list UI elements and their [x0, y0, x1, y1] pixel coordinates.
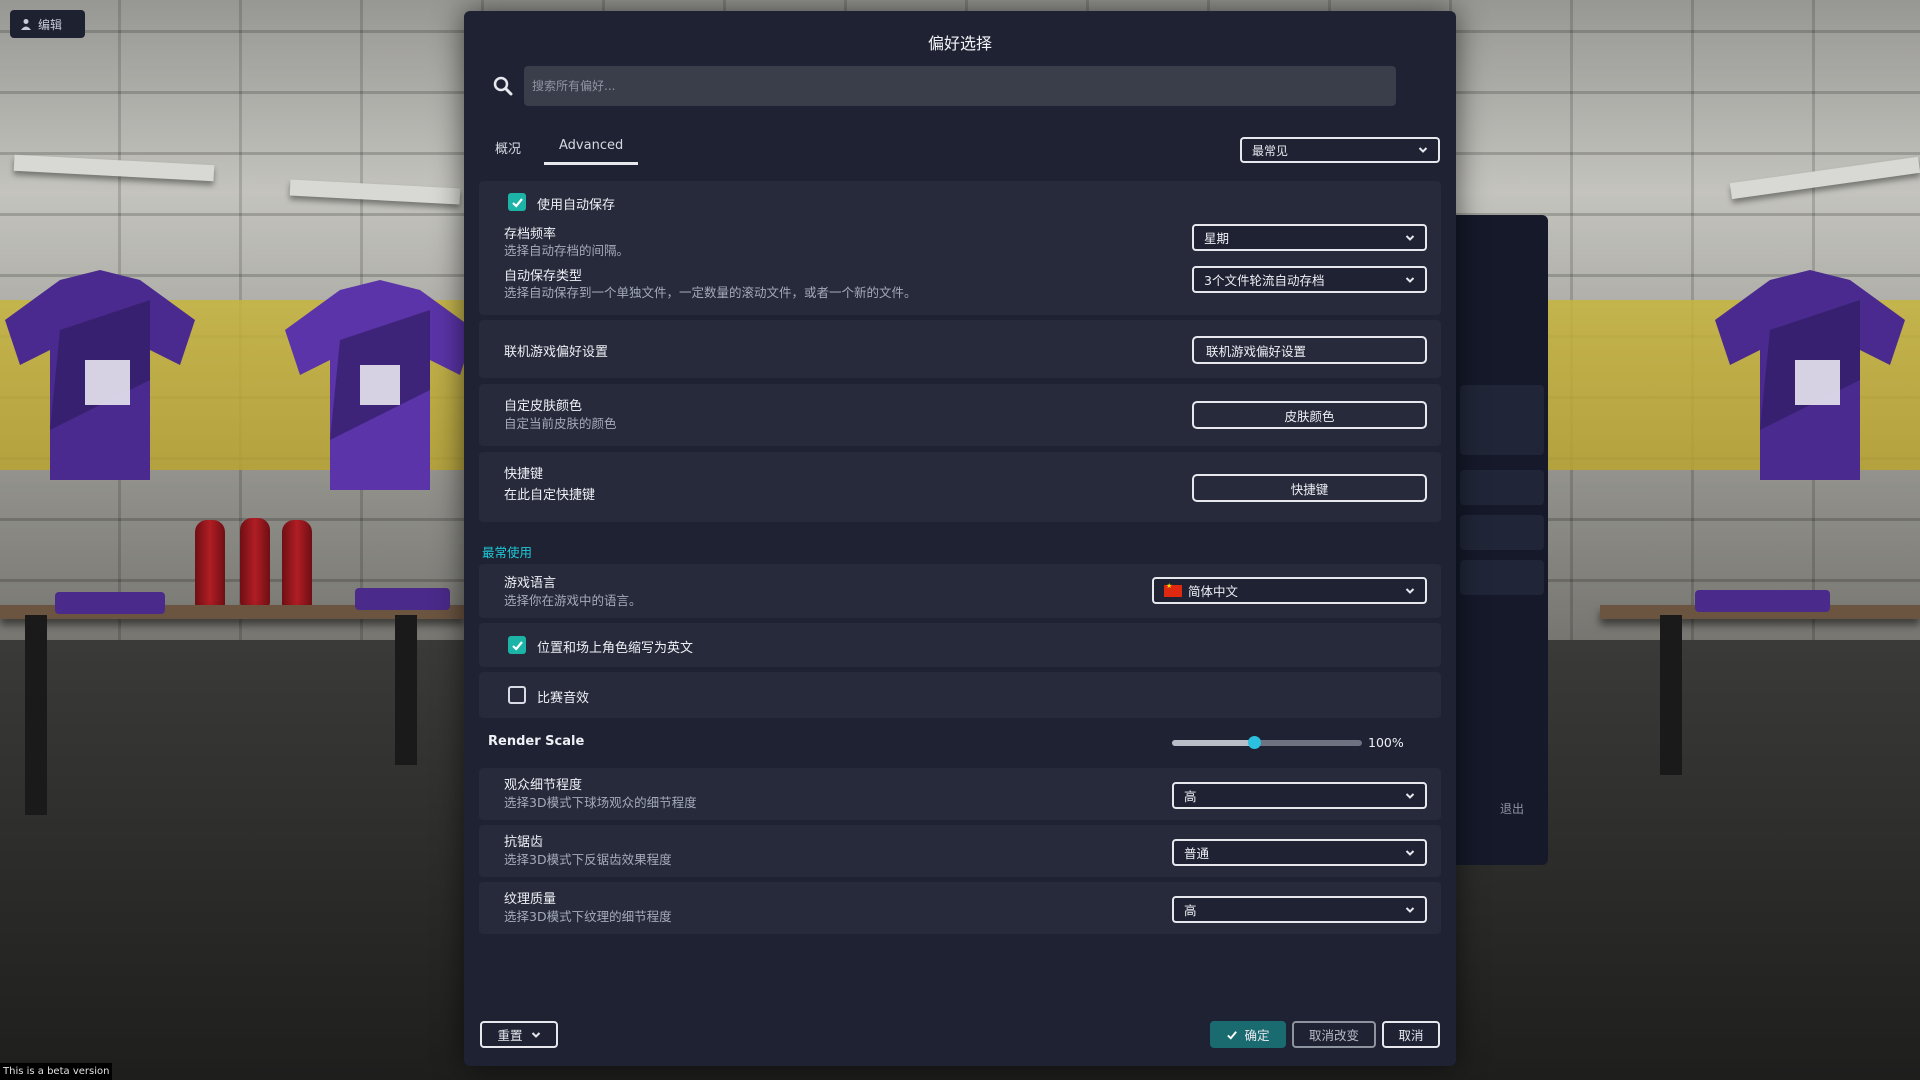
chevron-down-icon — [531, 1031, 540, 1038]
language-desc: 选择你在游戏中的语言。 — [504, 593, 642, 608]
match-sound-label: 比赛音效 — [537, 691, 590, 706]
abbrev-card: 位置和场上角色缩写为英文 — [479, 623, 1441, 667]
skin-color-button[interactable]: 皮肤颜色 — [1192, 401, 1427, 429]
bench-leg — [25, 615, 47, 815]
search-icon — [493, 76, 513, 96]
chevron-down-icon — [1405, 587, 1415, 594]
autosave-type-select[interactable]: 3个文件轮流自动存档 — [1192, 266, 1427, 293]
texture-quality-select[interactable]: 高 — [1172, 896, 1427, 923]
autosave-card: 使用自动保存 存档频率 选择自动存档的间隔。 星期 自动保存类型 选择自动保存到… — [479, 181, 1441, 315]
jersey-right — [1715, 270, 1905, 480]
checkmark-icon — [511, 197, 523, 208]
antialiasing-card: 抗锯齿 选择3D模式下反锯齿效果程度 普通 — [479, 825, 1441, 877]
shortcuts-label: 快捷键 — [504, 467, 544, 482]
folded-towel — [355, 588, 450, 610]
shortcuts-button[interactable]: 快捷键 — [1192, 474, 1427, 502]
texture-quality-label: 纹理质量 — [504, 892, 557, 907]
background-panel: 退出 — [1440, 215, 1548, 865]
online-prefs-card: 联机游戏偏好设置 联机游戏偏好设置 — [479, 320, 1441, 378]
autosave-checkbox[interactable] — [508, 193, 526, 211]
china-flag-icon — [1164, 582, 1182, 597]
shortcuts-card: 快捷键 在此自定快捷键 快捷键 — [479, 452, 1441, 522]
crowd-detail-select[interactable]: 高 — [1172, 782, 1427, 809]
language-card: 游戏语言 选择你在游戏中的语言。 简体中文 — [479, 564, 1441, 618]
crowd-detail-label: 观众细节程度 — [504, 778, 583, 793]
language-select[interactable]: 简体中文 — [1152, 577, 1427, 604]
sort-select-value: 最常见 — [1252, 143, 1289, 158]
edit-label: 编辑 — [38, 17, 63, 32]
dialog-title: 偏好选择 — [927, 34, 992, 53]
skin-color-card: 自定皮肤颜色 自定当前皮肤的颜色 皮肤颜色 — [479, 384, 1441, 446]
tab-advanced[interactable]: Advanced — [559, 138, 623, 153]
chevron-down-icon — [1418, 147, 1428, 153]
language-value: 简体中文 — [1188, 584, 1239, 599]
checkmark-icon — [511, 640, 523, 651]
texture-quality-desc: 选择3D模式下纹理的细节程度 — [504, 909, 672, 924]
section-most-used: 最常使用 — [482, 545, 533, 560]
folded-towel — [55, 592, 165, 614]
chevron-down-icon — [1405, 276, 1415, 283]
texture-quality-value: 高 — [1184, 903, 1197, 918]
cancel-button[interactable]: 取消 — [1382, 1021, 1440, 1048]
tab-overview[interactable]: 概况 — [495, 138, 521, 157]
chevron-down-icon — [1405, 906, 1415, 913]
jersey-left-2 — [285, 280, 475, 490]
antialiasing-desc: 选择3D模式下反锯齿效果程度 — [504, 852, 672, 867]
chevron-down-icon — [1405, 234, 1415, 241]
edit-button[interactable]: 编辑 — [10, 10, 85, 38]
reset-button[interactable]: 重置 — [480, 1021, 558, 1048]
water-bottle — [282, 520, 312, 610]
chevron-down-icon — [1405, 849, 1415, 856]
online-prefs-label: 联机游戏偏好设置 — [504, 345, 609, 360]
bench-leg — [395, 615, 417, 765]
autosave-type-value: 3个文件轮流自动存档 — [1204, 273, 1325, 288]
shortcuts-desc: 在此自定快捷键 — [504, 488, 596, 503]
texture-quality-card: 纹理质量 选择3D模式下纹理的细节程度 高 — [479, 882, 1441, 934]
render-scale-label: Render Scale — [488, 734, 585, 749]
background-exit-label: 退出 — [1500, 802, 1525, 816]
crowd-detail-card: 观众细节程度 选择3D模式下球场观众的细节程度 高 — [479, 768, 1441, 820]
beta-notice: This is a beta version — [0, 1063, 113, 1080]
autosave-type-desc: 选择自动保存到一个单独文件，一定数量的滚动文件，或者一个新的文件。 — [504, 285, 917, 300]
render-scale-handle[interactable] — [1247, 736, 1261, 749]
checkmark-icon — [1227, 1030, 1238, 1040]
sort-select[interactable]: 最常见 — [1240, 137, 1440, 163]
antialiasing-label: 抗锯齿 — [504, 835, 544, 850]
jersey-left-1 — [5, 270, 195, 480]
preferences-dialog: 偏好选择 概况 Advanced 最常见 使用自动保存 存档频率 选择自动存档的… — [464, 11, 1456, 1066]
folded-towel — [1695, 590, 1830, 612]
render-scale-value: 100% — [1368, 735, 1404, 750]
skin-color-label: 自定皮肤颜色 — [504, 399, 583, 414]
crowd-detail-desc: 选择3D模式下球场观众的细节程度 — [504, 795, 697, 810]
abbrev-checkbox[interactable] — [508, 636, 526, 654]
water-bottle — [240, 518, 270, 608]
language-value-wrap: 简体中文 — [1164, 581, 1238, 600]
online-prefs-button[interactable]: 联机游戏偏好设置 — [1192, 336, 1427, 364]
abbrev-label: 位置和场上角色缩写为英文 — [537, 641, 694, 656]
save-frequency-value: 星期 — [1204, 231, 1230, 246]
antialiasing-value: 普通 — [1184, 846, 1210, 861]
save-frequency-select[interactable]: 星期 — [1192, 224, 1427, 251]
discard-changes-button[interactable]: 取消改变 — [1292, 1021, 1376, 1048]
match-sound-card: 比赛音效 — [479, 672, 1441, 718]
active-tab-indicator — [544, 162, 638, 165]
confirm-button[interactable]: 确定 — [1210, 1021, 1286, 1048]
save-frequency-desc: 选择自动存档的间隔。 — [504, 243, 630, 258]
search-input[interactable] — [524, 66, 1396, 106]
antialiasing-select[interactable]: 普通 — [1172, 839, 1427, 866]
autosave-label: 使用自动保存 — [537, 198, 616, 213]
bench-leg — [1660, 615, 1682, 775]
person-icon — [21, 19, 31, 30]
skin-color-desc: 自定当前皮肤的颜色 — [504, 416, 617, 431]
language-label: 游戏语言 — [504, 576, 557, 591]
crowd-detail-value: 高 — [1184, 789, 1197, 804]
water-bottle — [195, 520, 225, 610]
reset-label: 重置 — [497, 1028, 523, 1043]
confirm-label: 确定 — [1244, 1028, 1270, 1043]
render-scale-fill — [1172, 740, 1254, 746]
chevron-down-icon — [1405, 792, 1415, 799]
render-scale-slider[interactable] — [1172, 736, 1362, 749]
match-sound-checkbox[interactable] — [508, 686, 526, 704]
